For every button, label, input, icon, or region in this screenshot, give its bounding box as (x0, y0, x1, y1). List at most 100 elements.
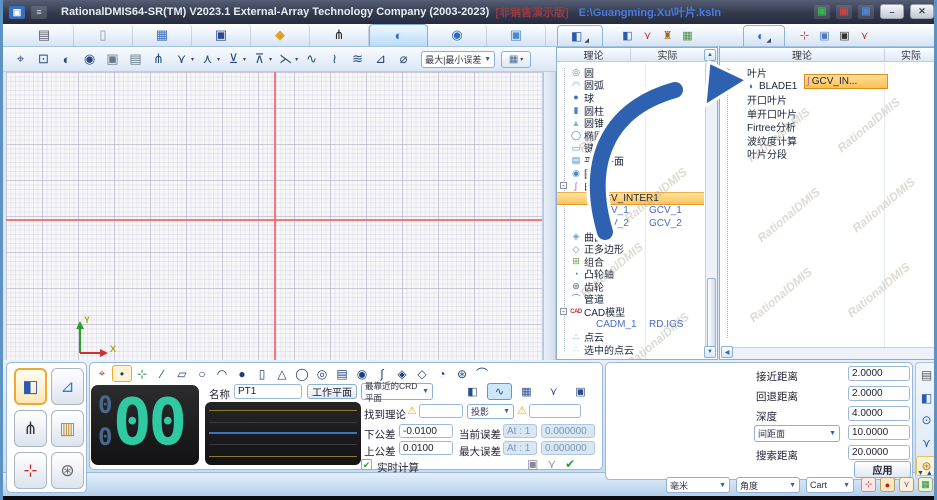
grid-layout-button[interactable]: ▦▾ (501, 51, 531, 68)
tree-item[interactable]: ◇ 正多边形 (557, 242, 704, 255)
tab-probe[interactable]: ⋔ (310, 24, 369, 46)
tree-item[interactable]: ⊞ 组合 (557, 255, 704, 268)
expand-toggle-icon[interactable]: - (560, 182, 567, 189)
probe-vector-icon[interactable]: ⋏ (196, 49, 219, 70)
tab-calculator[interactable]: ▦ (133, 24, 192, 46)
scan-patch-icon[interactable]: ≋ (346, 49, 369, 70)
tree-item[interactable]: GCV_1 GCV_1 (557, 205, 704, 218)
view-probe-tab[interactable]: ⋎ (541, 383, 566, 400)
lower-tolerance-input[interactable] (399, 424, 453, 438)
tree-item[interactable]: 波纹度计算 (720, 134, 937, 148)
machine-mode-button[interactable]: ◧ (14, 368, 47, 405)
tree-item[interactable]: ● 球 (557, 91, 704, 104)
apply-button[interactable]: 应用 (854, 461, 911, 478)
error-mode-combo[interactable]: 最大|最小误差▼ (421, 51, 495, 68)
tree-item[interactable]: ◠ 圆弧 (557, 79, 704, 92)
scroll-left-button[interactable]: ◀ (721, 346, 733, 358)
view-solid-tab[interactable]: ◧ (460, 383, 485, 400)
fixture-crate-button[interactable]: ▥ (51, 410, 84, 447)
scan-triangle-icon[interactable]: ⊿ (369, 49, 392, 70)
tree-item[interactable]: ▤ 平行平面 (557, 154, 704, 167)
arc-icon[interactable]: ◠ (212, 365, 232, 382)
camshaft-icon[interactable]: ◔ (432, 365, 452, 382)
snapshot-icon[interactable]: ▣ (101, 49, 124, 70)
expand-toggle-icon[interactable]: - (560, 308, 567, 315)
viewport-splitter[interactable] (543, 72, 556, 360)
tree-item[interactable]: - ∫ 曲线 (557, 179, 704, 192)
dragged-feature-chip[interactable]: ∫ GCV_IN... (804, 74, 888, 89)
probe-status-icon[interactable]: ⋎ (899, 477, 914, 492)
probe-point-icon[interactable]: ⋎ (170, 49, 193, 70)
angle-combo[interactable]: 角度▼ (736, 477, 800, 493)
view-table-tab[interactable]: ▦ (514, 383, 539, 400)
sphere-icon[interactable]: ● (232, 365, 252, 382)
actual-column-header[interactable]: 实际 (885, 47, 937, 62)
probe-surface-icon[interactable]: ⊼ (248, 49, 271, 70)
coordinate-status-icon[interactable]: ⊹ (861, 477, 876, 492)
tree-item[interactable]: ◉ 圆环 (557, 167, 704, 180)
units-combo[interactable]: 毫米▼ (666, 477, 730, 493)
report-edit-icon[interactable]: ▣ (527, 457, 538, 471)
tree-item[interactable]: ▮ 圆柱 (557, 104, 704, 117)
actual-column-header[interactable]: 实际 (631, 47, 704, 62)
axes-icon[interactable]: ⊹ (796, 27, 813, 44)
confirm-check-icon[interactable]: ✔ (565, 457, 575, 471)
tree-item[interactable]: 叶片分段 (720, 147, 937, 161)
parameter-input[interactable] (848, 406, 910, 421)
position-icon[interactable]: ⌖ (9, 49, 32, 70)
scrollbar-thumb[interactable] (707, 278, 716, 348)
close-button[interactable]: ✕ (910, 4, 934, 19)
camera-icon[interactable]: ▣ (836, 27, 853, 44)
name-input[interactable] (234, 384, 302, 399)
tab-window[interactable]: ▣ (487, 24, 546, 46)
zoom-window-icon[interactable]: ⊡ (32, 49, 55, 70)
window-table-icon[interactable]: ▣ (816, 27, 833, 44)
plane-mode-combo[interactable]: 最靠近的CRD平面▼ (361, 383, 433, 400)
probe-angle-icon[interactable]: ⋋ (274, 49, 297, 70)
cone-icon[interactable]: △ (272, 365, 292, 382)
tab-machine[interactable]: ▤ (15, 24, 74, 46)
parameter-combo[interactable]: 间距面▼ (754, 425, 840, 442)
projection-combo[interactable]: 投影▼ (467, 404, 514, 419)
tab-document[interactable]: ▯ (74, 24, 133, 46)
tree-item[interactable]: ◔ 凸轮轴 (557, 268, 704, 281)
scan-line-icon[interactable]: ≀ (323, 49, 346, 70)
parallel-planes-icon[interactable]: ▤ (332, 365, 352, 382)
view-graph-tab[interactable]: ∿ (487, 383, 512, 400)
chart-status-icon[interactable]: ▦ (918, 477, 933, 492)
horizontal-scrollbar[interactable] (733, 347, 937, 359)
tree-scrollbar[interactable] (705, 63, 717, 346)
tree-item[interactable]: GCV_INTER1 (557, 192, 704, 205)
projection-input[interactable] (529, 404, 581, 418)
probe-compensate-icon[interactable]: ⌖ (92, 365, 112, 382)
tree-item[interactable]: GCV_2 GCV_2 (557, 217, 704, 230)
eye-view-icon[interactable]: ◉ (78, 49, 101, 70)
tree-item[interactable]: CADM_1 RD.IGS (557, 318, 704, 331)
tree-item[interactable]: ◈ 曲面 (557, 230, 704, 243)
view-probe-icon[interactable]: ◧ (916, 388, 937, 408)
machine-link-icon[interactable]: ▣ (858, 5, 874, 19)
parameter-input[interactable] (848, 366, 910, 381)
parameter-input[interactable] (848, 445, 910, 460)
theory-column-header[interactable]: 理论 (557, 47, 630, 62)
find-theory-input[interactable] (419, 404, 463, 418)
probe-vector-icon[interactable]: ⋎ (856, 27, 873, 44)
tree-item[interactable]: ⌒ 管道 (557, 293, 704, 306)
upper-tolerance-input[interactable] (399, 441, 453, 455)
menu-icon[interactable]: ≡ (31, 6, 47, 19)
stop-status-icon[interactable]: ● (880, 477, 895, 492)
app-icon[interactable]: ▣ (9, 6, 25, 19)
expand-toggle-icon[interactable]: - (723, 69, 730, 76)
realtime-checkbox[interactable]: ✔ (361, 459, 372, 470)
monitor-alert-icon[interactable]: ▣ (836, 5, 852, 19)
right-panel-tab[interactable]: ◐ ◢ (743, 25, 785, 46)
point-icon[interactable]: • (112, 365, 132, 382)
scan-curve-icon[interactable]: ∿ (300, 49, 323, 70)
tree-item[interactable]: ▭ 键槽 (557, 142, 704, 155)
graphics-viewport[interactable]: Y X (6, 72, 543, 360)
line-icon[interactable]: ∕ (152, 365, 172, 382)
crown-icon[interactable]: ♜ (659, 27, 676, 44)
probe-manager-button[interactable]: ⋔ (14, 410, 47, 447)
mid-panel-tab[interactable]: ◧ ◢ (557, 25, 603, 46)
pipe-icon[interactable]: ⌒ (472, 365, 492, 382)
